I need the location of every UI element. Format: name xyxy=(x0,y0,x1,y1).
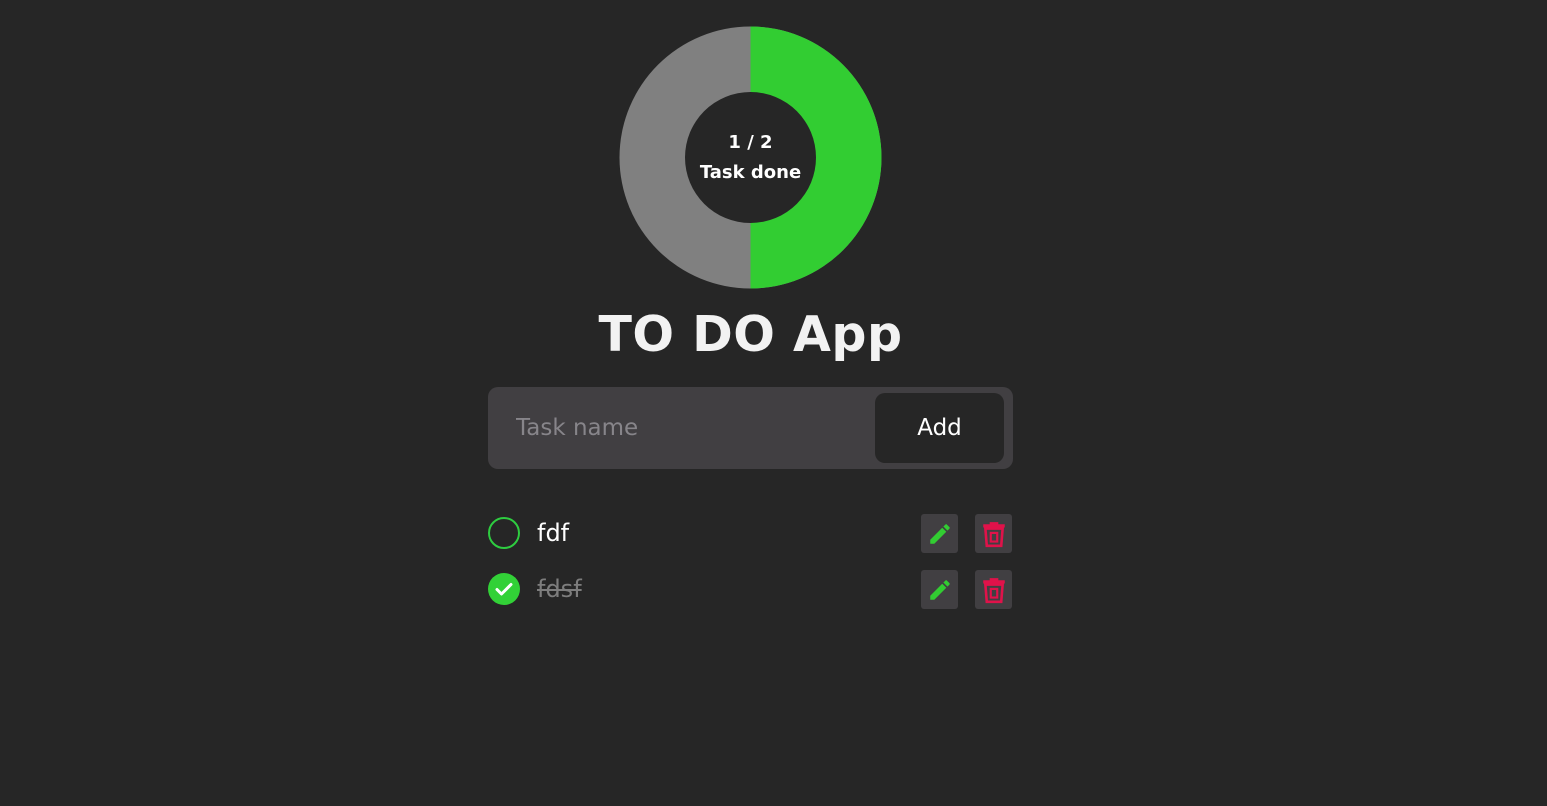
trash-icon xyxy=(982,577,1005,603)
task-checkbox-unchecked[interactable] xyxy=(488,517,520,549)
task-name: fdf xyxy=(537,519,570,547)
add-task-form: Add xyxy=(488,387,1013,469)
app-page: 1 / 2 Task done TO DO App Add fdf xyxy=(0,0,1547,806)
edit-task-button[interactable] xyxy=(921,570,958,609)
task-item: fdf xyxy=(488,510,1013,556)
pencil-icon xyxy=(929,579,950,600)
task-name-input[interactable] xyxy=(488,387,868,469)
delete-task-button[interactable] xyxy=(975,570,1012,609)
pencil-icon xyxy=(929,523,950,544)
progress-caption: Task done xyxy=(699,161,802,183)
trash-icon xyxy=(982,521,1005,547)
task-name: fdsf xyxy=(537,575,582,603)
page-title: TO DO App xyxy=(598,306,903,363)
edit-task-button[interactable] xyxy=(921,514,958,553)
progress-count: 1 / 2 xyxy=(728,131,773,153)
progress-summary: 1 / 2 Task done xyxy=(685,92,816,223)
task-checkbox-checked[interactable] xyxy=(488,573,520,605)
progress-donut: 1 / 2 Task done xyxy=(619,26,882,289)
add-task-button[interactable]: Add xyxy=(875,393,1004,463)
task-item: fdsf xyxy=(488,566,1013,612)
checkmark-icon xyxy=(495,583,513,596)
task-list: fdf fdsf xyxy=(488,510,1013,622)
delete-task-button[interactable] xyxy=(975,514,1012,553)
